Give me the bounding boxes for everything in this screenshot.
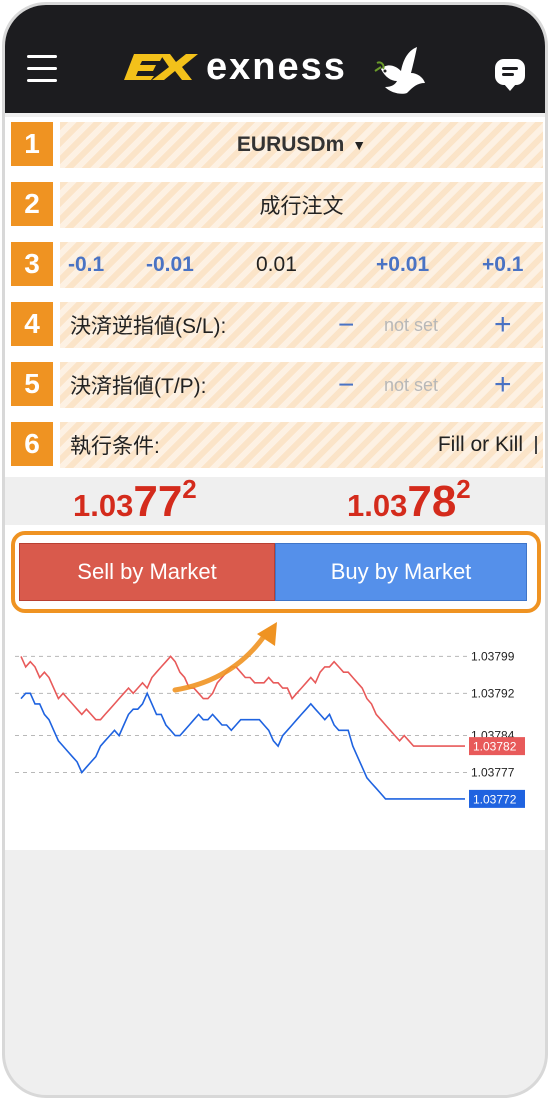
stop-loss-row: 4 決済逆指値(S/L): − not set + [5, 297, 545, 357]
quote-prices: 1.03772 1.03782 [5, 474, 545, 532]
stop-loss-field: 決済逆指値(S/L): − not set + [60, 302, 543, 348]
sell-by-market-button[interactable]: Sell by Market [19, 543, 275, 601]
exness-logo: exness [120, 47, 347, 87]
order-settings: 1 EURUSDm ▼ 2 成行注文 3 -0.1 -0.01 0.01 +0.… [5, 117, 545, 477]
stop-loss-value[interactable]: not set [384, 302, 438, 348]
dropdown-caret-icon: ▼ [352, 137, 367, 153]
order-type-selector[interactable]: 成行注文 [60, 182, 543, 228]
take-profit-field: 決済指値(T/P): − not set + [60, 362, 543, 408]
buy-price-fraction: 2 [456, 474, 471, 504]
y-tick-label: 1.03777 [471, 766, 515, 780]
bid-price-line [20, 691, 465, 800]
volume-plus-0-1-button[interactable]: +0.1 [482, 242, 523, 288]
sell-price: 1.03772 [73, 474, 197, 527]
tick-chart: 1.037991.037921.037841.037771.037821.037… [15, 622, 525, 808]
stop-loss-minus-button[interactable]: − [338, 302, 354, 348]
take-profit-row: 5 決済指値(T/P): − not set + [5, 357, 545, 417]
trade-panel: Sell by Market Buy by Market 1.03799 1.03… [5, 525, 545, 850]
volume-field: -0.1 -0.01 0.01 +0.01 +0.1 [60, 242, 543, 288]
last-price-label: 1.03782 [473, 740, 517, 754]
order-type-row: 2 成行注文 [5, 177, 545, 237]
sell-price-fraction: 2 [182, 474, 197, 504]
volume-minus-0-01-button[interactable]: -0.01 [146, 242, 194, 288]
fill-policy-indicator [535, 436, 537, 454]
step-badge-3: 3 [11, 242, 53, 286]
ask-price-line [20, 655, 465, 747]
symbol-name: EURUSDm [236, 133, 345, 156]
dove-icon [374, 47, 425, 94]
step-badge-4: 4 [11, 302, 53, 346]
take-profit-label: 決済指値(T/P): [70, 375, 207, 398]
hamburger-icon[interactable] [27, 55, 57, 85]
fill-policy-label: 執行条件: [70, 435, 160, 458]
last-price-label: 1.03772 [473, 792, 517, 806]
logo-mark-icon [124, 54, 198, 80]
chat-icon[interactable] [495, 59, 525, 91]
fill-policy-value: Fill or Kill [437, 433, 523, 456]
buy-price: 1.03782 [347, 474, 471, 527]
symbol-selector[interactable]: EURUSDm ▼ [60, 122, 543, 168]
step-badge-5: 5 [11, 362, 53, 406]
order-type-label: 成行注文 [259, 195, 344, 218]
take-profit-minus-button[interactable]: − [338, 362, 354, 408]
app-header: exness [5, 5, 545, 113]
fill-policy-row: 6 執行条件: Fill or Kill [5, 417, 545, 477]
step-badge-1: 1 [11, 122, 53, 166]
phone-frame: exness 1 EURUSDm ▼ 2 成行注文 3 -0.1 -0.01 0… [2, 2, 548, 1098]
buy-price-prefix: 1.03 [347, 488, 408, 523]
sell-price-prefix: 1.03 [73, 488, 134, 523]
symbol-row: 1 EURUSDm ▼ [5, 117, 545, 177]
volume-row: 3 -0.1 -0.01 0.01 +0.01 +0.1 [5, 237, 545, 297]
y-tick-label: 1.03792 [471, 686, 515, 700]
volume-minus-0-1-button[interactable]: -0.1 [68, 242, 104, 288]
volume-plus-0-01-button[interactable]: +0.01 [376, 242, 429, 288]
volume-value[interactable]: 0.01 [256, 242, 297, 288]
stop-loss-plus-button[interactable]: + [494, 302, 512, 348]
buy-by-market-button[interactable]: Buy by Market [275, 543, 527, 601]
step-badge-6: 6 [11, 422, 53, 466]
step-badge-2: 2 [11, 182, 53, 226]
brand-name: exness [206, 46, 347, 88]
take-profit-value[interactable]: not set [384, 362, 438, 408]
buy-price-pips: 78 [407, 477, 457, 526]
stop-loss-label: 決済逆指値(S/L): [70, 315, 227, 338]
sell-price-pips: 77 [133, 477, 183, 526]
y-tick-label: 1.03799 [471, 649, 515, 663]
take-profit-plus-button[interactable]: + [494, 362, 512, 408]
fill-policy-selector[interactable]: 執行条件: Fill or Kill [60, 422, 543, 468]
